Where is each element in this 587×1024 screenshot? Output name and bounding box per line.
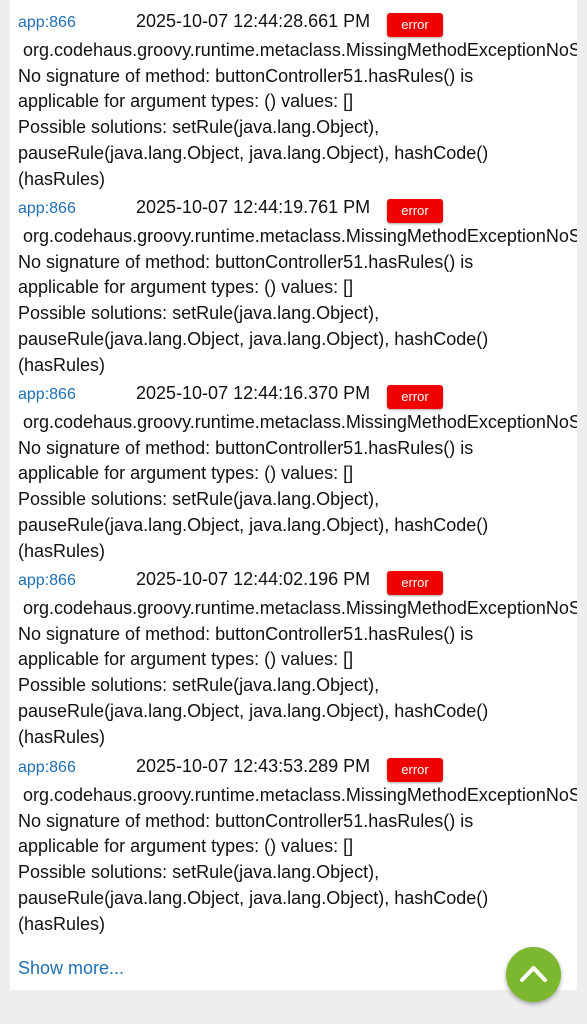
log-message: org.codehaus.groovy.runtime.metaclass.Mi… [18,783,577,937]
error-level-badge: error [387,385,443,409]
message-line: Possible solutions: setRule(java.lang.Ob… [18,117,380,138]
message-line: Possible solutions: setRule(java.lang.Ob… [18,489,380,510]
scroll-to-top-button[interactable] [506,947,561,1002]
error-level-badge: error [387,571,443,595]
message-line: applicable for argument types: () values… [18,277,354,298]
message-line: Possible solutions: setRule(java.lang.Ob… [18,862,380,883]
message-line: pauseRule(java.lang.Object, java.lang.Ob… [18,887,489,908]
message-line: applicable for argument types: () values… [18,91,354,112]
show-more-link[interactable]: Show more... [18,958,124,979]
error-level-badge: error [387,758,443,782]
log-entry: app:866 2025-10-07 12:44:19.761 PM error… [10,186,577,375]
message-line: applicable for argument types: () values… [18,463,354,484]
log-message: org.codehaus.groovy.runtime.metaclass.Mi… [18,224,577,378]
message-line: applicable for argument types: () values… [18,836,354,857]
chevron-up-icon [520,966,547,982]
app-source-link[interactable]: app:866 [18,14,76,32]
log-message: org.codehaus.groovy.runtime.metaclass.Mi… [18,410,577,564]
log-entry: app:866 2025-10-07 12:44:28.661 PM error… [10,0,577,189]
message-line: org.codehaus.groovy.runtime.metaclass.Mi… [23,598,577,618]
message-line: (hasRules) [18,913,106,934]
log-timestamp: 2025-10-07 12:43:53.289 PM [136,756,371,776]
log-message: org.codehaus.groovy.runtime.metaclass.Mi… [18,38,577,192]
error-level-badge: error [387,199,443,223]
message-line: No signature of method: buttonController… [18,810,474,831]
log-timestamp: 2025-10-07 12:44:19.761 PM [136,197,371,217]
message-line: No signature of method: buttonController… [18,251,474,272]
log-entry: app:866 2025-10-07 12:44:02.196 PM error… [10,558,577,747]
log-panel: app:866 2025-10-07 12:44:28.661 PM error… [10,0,577,990]
error-level-badge: error [387,13,443,37]
log-message: org.codehaus.groovy.runtime.metaclass.Mi… [18,596,577,750]
message-line: org.codehaus.groovy.runtime.metaclass.Mi… [23,40,577,60]
message-line: pauseRule(java.lang.Object, java.lang.Ob… [18,328,489,349]
log-entry: app:866 2025-10-07 12:44:16.370 PM error… [10,372,577,561]
message-line: Possible solutions: setRule(java.lang.Ob… [18,303,380,324]
message-line: applicable for argument types: () values… [18,649,354,670]
message-line: pauseRule(java.lang.Object, java.lang.Ob… [18,700,489,721]
message-line: No signature of method: buttonController… [18,437,474,458]
message-line: No signature of method: buttonController… [18,65,474,86]
log-timestamp: 2025-10-07 12:44:16.370 PM [136,383,371,403]
app-source-link[interactable]: app:866 [18,572,76,590]
message-line: pauseRule(java.lang.Object, java.lang.Ob… [18,514,489,535]
log-timestamp: 2025-10-07 12:44:28.661 PM [136,11,371,31]
app-source-link[interactable]: app:866 [18,200,76,218]
log-entry: app:866 2025-10-07 12:43:53.289 PM error… [10,745,577,934]
app-source-link[interactable]: app:866 [18,386,76,404]
message-line: No signature of method: buttonController… [18,623,474,644]
log-timestamp: 2025-10-07 12:44:02.196 PM [136,569,371,589]
message-line: pauseRule(java.lang.Object, java.lang.Ob… [18,142,489,163]
app-source-link[interactable]: app:866 [18,759,76,777]
message-line: org.codehaus.groovy.runtime.metaclass.Mi… [23,785,577,805]
message-line: org.codehaus.groovy.runtime.metaclass.Mi… [23,412,577,432]
message-line: Possible solutions: setRule(java.lang.Ob… [18,675,380,696]
message-line: org.codehaus.groovy.runtime.metaclass.Mi… [23,226,577,246]
